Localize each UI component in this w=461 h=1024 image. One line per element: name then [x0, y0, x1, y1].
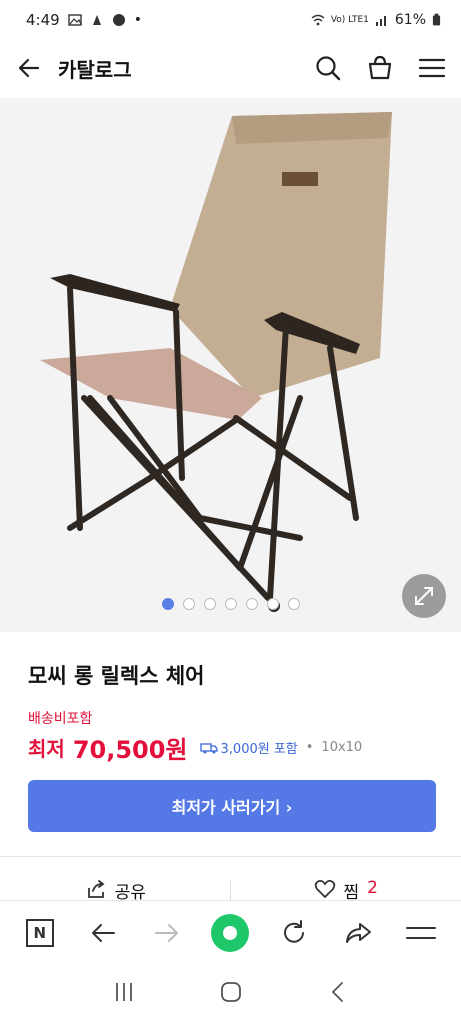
recent-apps-icon: [115, 983, 132, 1001]
section-divider: [0, 856, 461, 857]
network-label: Vo) LTE1: [330, 15, 369, 25]
carousel-dot[interactable]: [203, 598, 216, 610]
app-notification-icon: [92, 15, 101, 25]
battery-percent: 61%: [394, 12, 426, 28]
carousel-dot[interactable]: [161, 598, 174, 610]
browser-toolbar: N: [0, 900, 461, 964]
chevron-left-icon: [331, 982, 343, 1002]
naver-home-button[interactable]: N: [20, 913, 60, 953]
carousel-dot[interactable]: [245, 598, 258, 610]
heart-icon: [314, 880, 335, 899]
shopping-bag-icon: [368, 55, 392, 80]
green-dot-button[interactable]: [210, 913, 250, 953]
carousel-dot[interactable]: [287, 598, 300, 610]
shipping-fee-text: 3,000원 포함: [220, 742, 298, 757]
product-size: 10x10: [321, 740, 363, 755]
share-icon: [87, 880, 105, 898]
carousel-dots: [0, 598, 461, 610]
shipping-included-label: 배송비포함: [28, 711, 93, 727]
browser-forward-button[interactable]: [147, 913, 187, 953]
browser-back-button[interactable]: [83, 913, 123, 953]
expand-icon: [415, 587, 433, 605]
talk-notification-icon: [112, 14, 125, 26]
zzim-count: 2: [367, 878, 378, 898]
recent-apps-button[interactable]: [112, 980, 136, 1008]
size-separator: •: [305, 740, 314, 755]
arrow-right-icon: [154, 923, 178, 942]
product-price: 70,500원: [72, 736, 188, 764]
naver-n-icon: N: [25, 918, 54, 947]
back-button[interactable]: [14, 53, 44, 83]
arrow-left-icon: [92, 923, 116, 942]
hamburger-menu-icon: [418, 58, 446, 78]
home-button[interactable]: [219, 980, 243, 1008]
truck-icon: [199, 742, 218, 753]
page-title: 카탈로그: [58, 57, 132, 82]
hamburger-menu-icon: [406, 926, 437, 939]
app-header: 카탈로그: [0, 40, 461, 96]
buy-lowest-price-button[interactable]: 최저가 사러가기 ›: [28, 780, 436, 832]
battery-icon: [432, 13, 441, 26]
carousel-dot[interactable]: [182, 598, 195, 610]
price-row: 최저 70,500원 3,000원 포함 • 10x10: [28, 730, 362, 765]
carousel-dot[interactable]: [266, 598, 279, 610]
share-arrow-icon: [345, 922, 371, 943]
refresh-icon: [284, 919, 305, 943]
system-back-button[interactable]: [326, 980, 350, 1008]
status-bar: 4:49 • Vo) LTE1 61%: [0, 0, 461, 40]
expand-image-button[interactable]: [402, 574, 446, 618]
chair-product-image: [0, 98, 461, 632]
shipping-fee: 3,000원 포함: [199, 738, 298, 757]
product-image-gallery[interactable]: [0, 98, 461, 632]
browser-share-button[interactable]: [338, 913, 378, 953]
green-circle-icon: [211, 913, 250, 952]
more-notifications-dot: •: [133, 12, 142, 28]
search-icon: [316, 56, 341, 81]
arrow-left-icon: [18, 58, 40, 78]
refresh-button[interactable]: [274, 913, 314, 953]
product-name: 모씨 롱 릴렉스 체어: [28, 664, 205, 688]
search-button[interactable]: [313, 53, 343, 83]
wifi-icon: [311, 14, 325, 26]
cart-button[interactable]: [365, 53, 395, 83]
status-time: 4:49: [26, 11, 60, 29]
lowest-price-label: 최저: [28, 737, 65, 761]
home-icon: [220, 982, 241, 1002]
carousel-dot[interactable]: [224, 598, 237, 610]
browser-menu-button[interactable]: [401, 913, 441, 953]
system-navigation-bar: [0, 964, 461, 1024]
gallery-notification-icon: [67, 14, 82, 26]
menu-button[interactable]: [417, 53, 447, 83]
signal-icon: [375, 16, 386, 26]
